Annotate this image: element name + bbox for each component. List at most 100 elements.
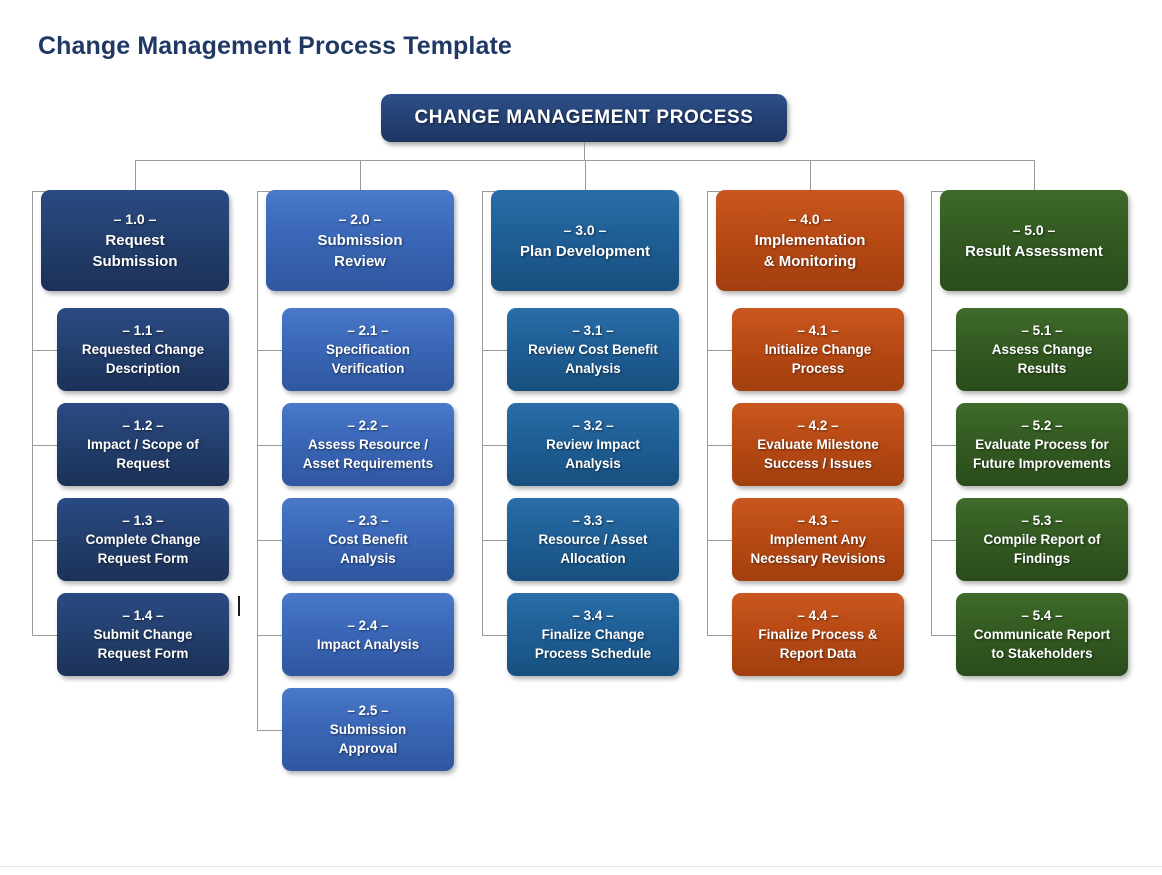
node-title-line-2: Analysis [565,456,621,471]
process-node-2.5[interactable]: – 2.5 – Submission Approval [282,688,454,771]
node-title-line-1: Submission [329,722,407,737]
process-node-1.4[interactable]: – 1.4 – Submit Change Request Form [57,593,229,676]
node-number: – 5.4 – [1021,608,1063,623]
child-stub-line-4-1 [707,349,732,351]
node-title-line-2: Future Improvements [972,456,1112,471]
process-node-2.3[interactable]: – 2.3 – Cost Benefit Analysis [282,498,454,581]
process-head-node-5.0[interactable]: – 5.0 – Result Assessment [940,190,1128,291]
node-number: – 1.4 – [122,608,164,623]
child-stub-line-2-3 [257,539,282,541]
node-title-line-1: Request [105,232,165,249]
node-title-line-2: Asset Requirements [302,456,434,471]
node-title-line-2: Request Form [97,646,189,661]
process-node-4.1[interactable]: – 4.1 – Initialize Change Process [732,308,904,391]
node-number: – 5.2 – [1021,418,1063,433]
node-number: – 4.3 – [797,513,839,528]
process-node-3.3[interactable]: – 3.3 – Resource / Asset Allocation [507,498,679,581]
node-number: – 1.2 – [122,418,164,433]
column-drop-line-5 [1034,160,1035,190]
column-drop-line-2 [360,160,361,190]
process-head-node-2.0[interactable]: – 2.0 – Submission Review [266,190,454,291]
node-title-line-2: Allocation [560,551,626,566]
node-title-line-1: Implementation [754,232,866,249]
child-stub-line-3-3 [482,539,507,541]
page-title: Change Management Process Template [38,32,512,60]
node-title-line-1: Assess Resource / [307,437,429,452]
node-title-line-2: & Monitoring [763,253,857,270]
node-number: – 2.2 – [347,418,389,433]
node-number: – 2.5 – [347,703,389,718]
node-title-line-2: Process [791,361,845,376]
node-title-line-1: Plan Development [519,242,651,260]
node-title-line-1: Assess Change [991,342,1093,357]
process-node-1.1[interactable]: – 1.1 – Requested Change Description [57,308,229,391]
node-number: – 3.0 – [563,221,607,238]
process-node-3.2[interactable]: – 3.2 – Review Impact Analysis [507,403,679,486]
process-node-5.2[interactable]: – 5.2 – Evaluate Process for Future Improv… [956,403,1128,486]
node-title-line-2: Submission [92,253,178,270]
node-title-line-2: Review [334,253,386,270]
node-number: – 1.1 – [122,323,164,338]
process-head-node-3.0[interactable]: – 3.0 – Plan Development [491,190,679,291]
column-spine-line-2 [257,190,258,730]
node-number: – 1.3 – [122,513,164,528]
process-node-4.4[interactable]: – 4.4 – Finalize Process & Report Data [732,593,904,676]
node-title-line-2: Description [105,361,181,376]
node-title-line-1: Evaluate Milestone [757,437,879,452]
child-stub-line-2-1 [257,349,282,351]
node-title-line-1: Result Assessment [965,242,1103,260]
node-title-line-2: Analysis [565,361,621,376]
child-stub-line-1-2 [32,444,57,446]
node-title-line-1: Initialize Change [764,342,872,357]
child-stub-line-1-1 [32,349,57,351]
node-number: – 2.3 – [347,513,389,528]
node-number: – 4.2 – [797,418,839,433]
node-title-line-2: Verification [331,361,405,376]
node-title-line-1: Impact / Scope of [87,437,199,452]
node-title-line-1: Resource / Asset [538,532,648,547]
root-stem-line [584,142,585,160]
node-number: – 4.4 – [797,608,839,623]
child-stub-line-4-2 [707,444,732,446]
process-node-5.4[interactable]: – 5.4 – Communicate Report to Stakeholders [956,593,1128,676]
node-title-line-2: Report Data [779,646,857,661]
process-node-2.4[interactable]: – 2.4 – Impact Analysis [282,593,454,676]
node-title-line-1: Implement Any [769,532,867,547]
process-node-5.1[interactable]: – 5.1 – Assess Change Results [956,308,1128,391]
process-node-4.3[interactable]: – 4.3 – Implement Any Necessary Revisions [732,498,904,581]
node-title-line-1: Submit Change [93,627,193,642]
node-title-line-1: Requested Change [81,342,205,357]
node-title-line-2: Success / Issues [763,456,873,471]
process-node-2.1[interactable]: – 2.1 – Specification Verification [282,308,454,391]
process-node-1.2[interactable]: – 1.2 – Impact / Scope of Request [57,403,229,486]
child-stub-line-2-5 [257,729,282,731]
process-node-5.3[interactable]: – 5.3 – Compile Report of Findings [956,498,1128,581]
process-node-4.2[interactable]: – 4.2 – Evaluate Milestone Success / Issue… [732,403,904,486]
node-title-line-1: Complete Change [85,532,201,547]
child-stub-line-5-2 [931,444,956,446]
node-title-line-1: Impact Analysis [316,636,420,652]
process-head-node-1.0[interactable]: – 1.0 – Request Submission [41,190,229,291]
node-title-line-2: to Stakeholders [991,646,1093,661]
node-number: – 5.3 – [1021,513,1063,528]
child-stub-line-4-4 [707,634,732,636]
text-caret-artifact [238,596,240,616]
node-number: – 5.0 – [1012,221,1056,238]
process-node-3.4[interactable]: – 3.4 – Finalize Change Process Schedule [507,593,679,676]
root-node-change-management-process[interactable]: CHANGE MANAGEMENT PROCESS [381,94,787,142]
process-node-1.3[interactable]: – 1.3 – Complete Change Request Form [57,498,229,581]
process-node-3.1[interactable]: – 3.1 – Review Cost Benefit Analysis [507,308,679,391]
node-number: – 3.2 – [572,418,614,433]
node-title-line-1: Specification [325,342,411,357]
process-head-node-4.0[interactable]: – 4.0 – Implementation & Monitoring [716,190,904,291]
column-spine-line-1 [32,190,33,635]
node-number: – 3.1 – [572,323,614,338]
process-node-2.2[interactable]: – 2.2 – Assess Resource / Asset Requiremen… [282,403,454,486]
node-title-line-1: Communicate Report [973,627,1111,642]
node-number: – 4.0 – [788,211,832,227]
child-stub-line-3-1 [482,349,507,351]
root-node-label: CHANGE MANAGEMENT PROCESS [414,107,754,128]
column-drop-line-4 [810,160,811,190]
node-title-line-2: Approval [338,741,398,756]
child-stub-line-2-4 [257,634,282,636]
